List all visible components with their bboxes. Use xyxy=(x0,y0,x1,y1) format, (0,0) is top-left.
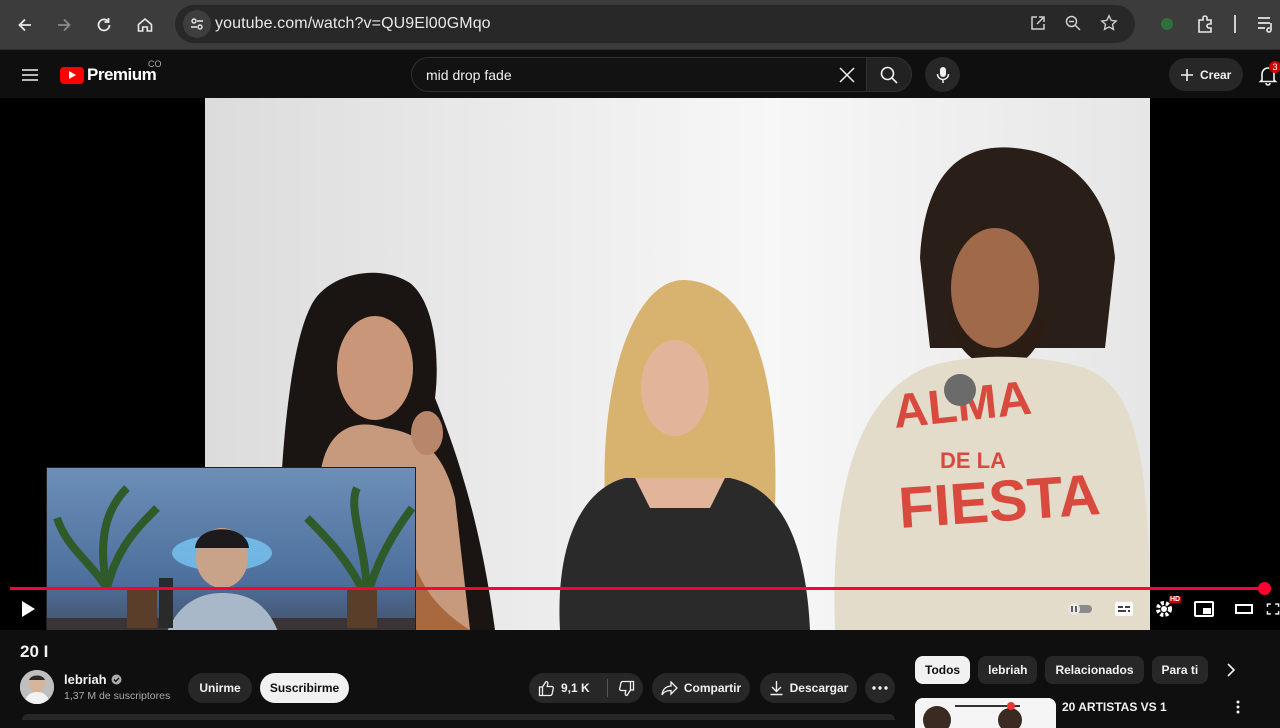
settings-button[interactable]: HD xyxy=(1150,596,1182,622)
channel-avatar[interactable] xyxy=(20,670,54,704)
play-button[interactable] xyxy=(14,596,42,622)
address-bar[interactable]: youtube.com/watch?v=QU9El00GMqo xyxy=(175,5,1135,43)
subtitles-icon xyxy=(1115,602,1133,616)
progress-bar[interactable] xyxy=(10,582,1271,595)
fullscreen-icon xyxy=(1266,603,1280,615)
home-icon xyxy=(137,17,153,32)
toolbar-divider xyxy=(1234,15,1236,33)
hd-badge: HD xyxy=(1169,596,1182,603)
search-icon xyxy=(880,66,898,84)
theater-mode-button[interactable] xyxy=(1230,596,1258,622)
browser-toolbar: youtube.com/watch?v=QU9El00GMqo xyxy=(0,0,1280,50)
notification-badge: 3 xyxy=(1269,61,1280,73)
autoplay-toggle[interactable] xyxy=(1066,596,1094,622)
description-box[interactable] xyxy=(22,714,895,720)
recommendation-thumbnail[interactable] xyxy=(915,698,1056,728)
chip-lebriah[interactable]: lebriah xyxy=(978,656,1038,684)
notifications-button[interactable]: 3 xyxy=(1257,61,1280,86)
chips-next-button[interactable] xyxy=(1219,658,1243,682)
youtube-header: Premium CO mid drop fade Crear 3 xyxy=(0,51,1280,98)
like-count: 9,1 K xyxy=(561,681,590,695)
chip-para-ti[interactable]: Para ti xyxy=(1151,656,1209,684)
reload-icon xyxy=(97,18,111,32)
back-button[interactable] xyxy=(9,9,41,41)
fullscreen-button[interactable] xyxy=(1266,596,1280,622)
progress-fill xyxy=(10,587,1264,590)
search-box[interactable]: mid drop fade xyxy=(411,57,867,92)
filter-chips: Todos lebriah Relacionados Para ti xyxy=(915,656,1209,684)
verified-check-icon xyxy=(111,674,122,685)
share-button[interactable]: Compartir xyxy=(652,673,750,703)
chip-relacionados[interactable]: Relacionados xyxy=(1045,656,1144,684)
download-button[interactable]: Descargar xyxy=(760,673,857,703)
autoplay-icon xyxy=(1068,603,1092,615)
logo-text: Premium xyxy=(87,65,157,84)
clear-search-icon[interactable] xyxy=(838,66,856,84)
thumbs-up-icon xyxy=(538,680,554,696)
home-button[interactable] xyxy=(129,9,161,41)
url-text[interactable]: youtube.com/watch?v=QU9El00GMqo xyxy=(215,15,491,33)
arrow-left-icon xyxy=(18,18,31,32)
country-code: CO xyxy=(148,59,162,69)
share-arrow-icon xyxy=(661,680,678,696)
video-title: 20 I xyxy=(20,642,49,661)
create-button[interactable]: Crear xyxy=(1169,58,1243,91)
download-icon xyxy=(770,681,783,696)
channel-name-row[interactable]: lebriah xyxy=(64,672,122,687)
subtitles-button[interactable] xyxy=(1110,596,1138,622)
like-button[interactable]: 9,1 K xyxy=(529,673,607,703)
forward-button[interactable] xyxy=(48,9,80,41)
recommendation-menu-icon[interactable] xyxy=(1236,700,1248,716)
voice-search-button[interactable] xyxy=(925,57,960,92)
more-horizontal-icon xyxy=(872,686,888,690)
chip-todos[interactable]: Todos xyxy=(915,656,971,684)
extension-icon[interactable] xyxy=(1156,13,1178,35)
plus-icon xyxy=(1181,68,1193,81)
more-actions-button[interactable] xyxy=(865,673,895,703)
play-icon xyxy=(22,601,35,617)
thumbs-down-icon xyxy=(618,680,634,696)
subscriber-count: 1,37 M de suscriptores xyxy=(64,690,171,702)
scrubber-handle[interactable] xyxy=(1257,582,1271,595)
download-label: Descargar xyxy=(789,681,849,695)
youtube-premium-logo[interactable]: Premium CO xyxy=(60,59,162,85)
arrow-right-icon xyxy=(58,18,71,32)
video-player[interactable]: ALMA DE LA FIESTA xyxy=(0,98,1280,630)
share-label: Compartir xyxy=(683,681,742,695)
youtube-play-icon xyxy=(60,66,84,84)
reload-button[interactable] xyxy=(88,9,120,41)
like-divider xyxy=(607,679,608,697)
dislike-button[interactable] xyxy=(609,673,643,703)
reading-list-icon[interactable] xyxy=(1255,13,1277,35)
extensions-puzzle-icon[interactable] xyxy=(1195,13,1217,35)
miniplayer-button[interactable] xyxy=(1190,596,1218,622)
microphone-icon xyxy=(936,66,949,83)
channel-name[interactable]: lebriah xyxy=(64,672,107,687)
site-settings-icon[interactable] xyxy=(183,10,211,38)
create-label: Crear xyxy=(1200,67,1232,82)
bookmark-star-icon[interactable] xyxy=(1100,14,1120,34)
search-input[interactable]: mid drop fade xyxy=(426,67,512,83)
search-button[interactable] xyxy=(866,57,912,92)
join-button[interactable]: Unirme xyxy=(188,673,252,703)
menu-icon[interactable] xyxy=(18,63,42,87)
recommendation-title[interactable]: 20 ARTISTAS VS 1 xyxy=(1062,699,1222,715)
theater-icon xyxy=(1235,604,1253,614)
chevron-right-icon xyxy=(1227,663,1236,677)
miniplayer-icon xyxy=(1194,601,1214,617)
zoom-icon[interactable] xyxy=(1064,14,1084,34)
subscribe-button[interactable]: Suscribirme xyxy=(260,673,349,703)
like-dislike-group: 9,1 K xyxy=(529,673,643,703)
open-in-app-icon[interactable] xyxy=(1029,14,1049,34)
streamer-webcam-overlay xyxy=(46,467,416,630)
